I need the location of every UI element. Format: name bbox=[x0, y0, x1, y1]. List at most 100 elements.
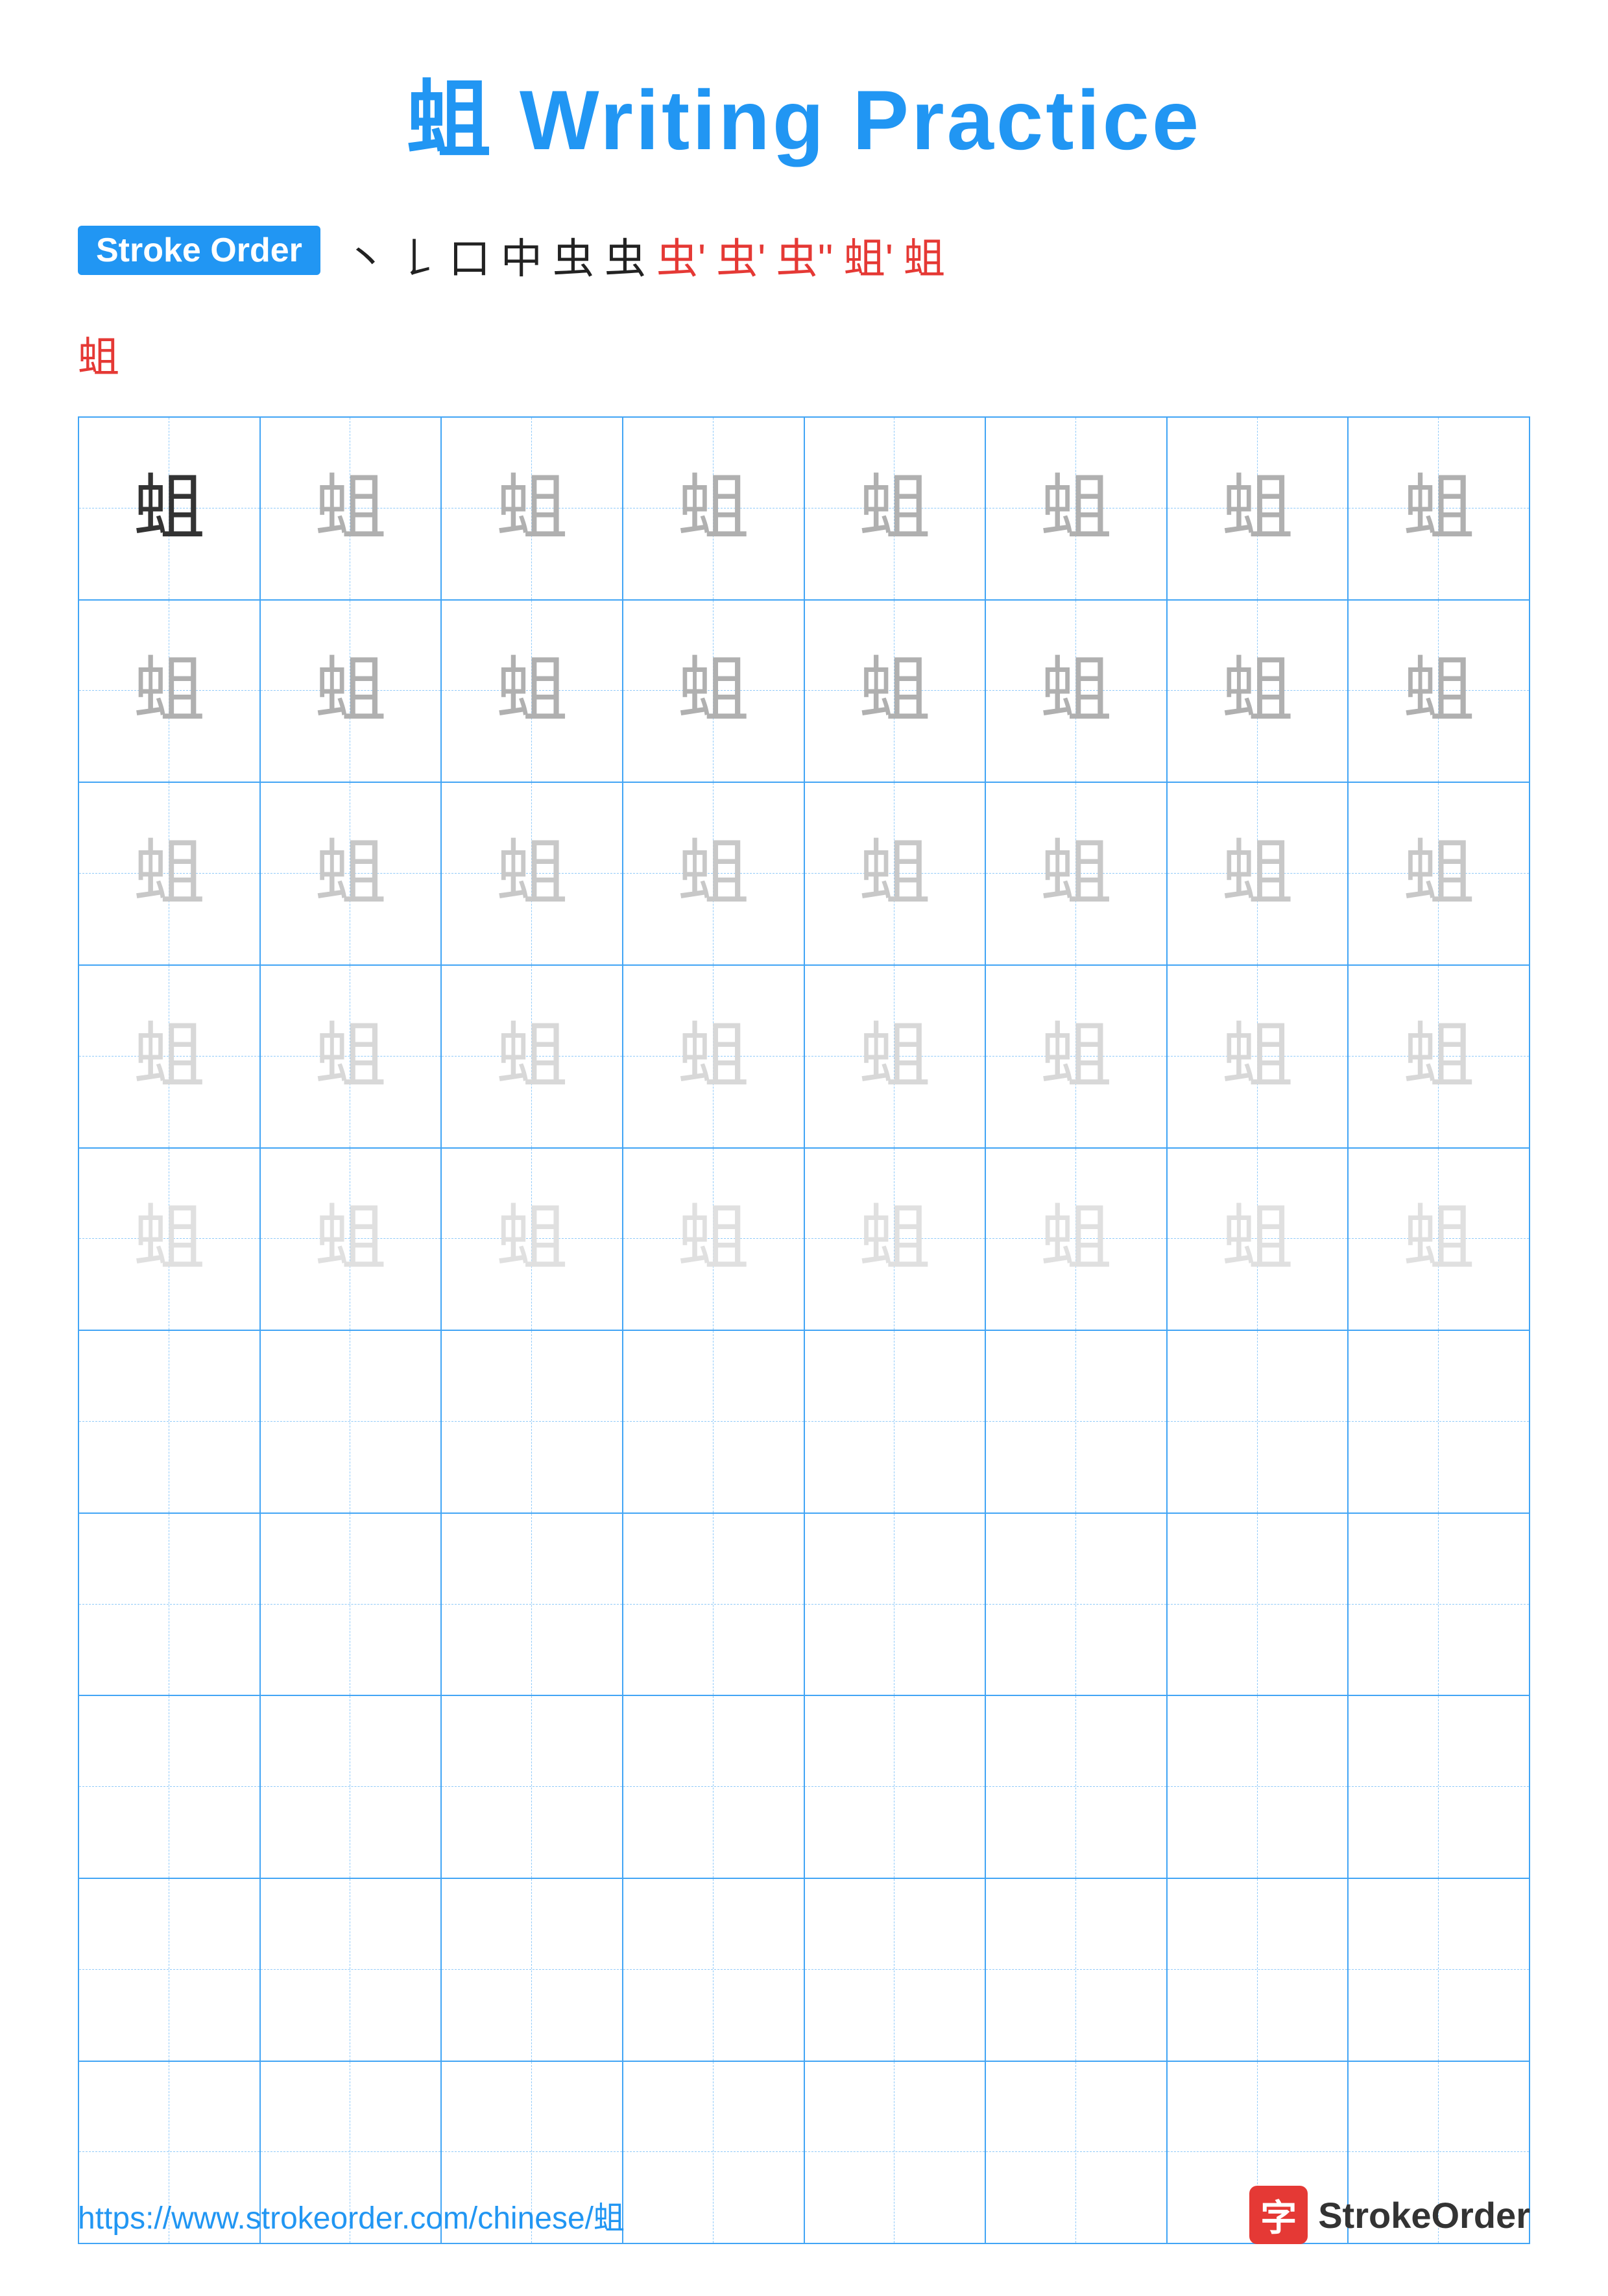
grid-cell-4-6[interactable]: 蛆 bbox=[986, 966, 1168, 1147]
grid-cell-5-6[interactable]: 蛆 bbox=[986, 1149, 1168, 1330]
grid-cell-6-7[interactable] bbox=[1168, 1331, 1349, 1513]
grid-cell-9-5[interactable] bbox=[805, 1879, 987, 2061]
footer-logo: 字 StrokeOrder bbox=[1249, 2186, 1530, 2244]
grid-cell-7-2[interactable] bbox=[261, 1514, 442, 1695]
grid-cell-7-6[interactable] bbox=[986, 1514, 1168, 1695]
grid-cell-1-2[interactable]: 蛆 bbox=[261, 418, 442, 599]
grid-cell-2-7[interactable]: 蛆 bbox=[1168, 601, 1349, 782]
grid-cell-6-2[interactable] bbox=[261, 1331, 442, 1513]
grid-cell-7-1[interactable] bbox=[79, 1514, 261, 1695]
grid-cell-2-1[interactable]: 蛆 bbox=[79, 601, 261, 782]
grid-cell-8-3[interactable] bbox=[442, 1696, 623, 1878]
grid-cell-9-6[interactable] bbox=[986, 1879, 1168, 2061]
grid-cell-3-7[interactable]: 蛆 bbox=[1168, 783, 1349, 964]
stroke-extra-char: 蛆 bbox=[78, 334, 119, 381]
grid-cell-4-1[interactable]: 蛆 bbox=[79, 966, 261, 1147]
grid-cell-7-3[interactable] bbox=[442, 1514, 623, 1695]
grid-cell-2-3[interactable]: 蛆 bbox=[442, 601, 623, 782]
grid-cell-4-7[interactable]: 蛆 bbox=[1168, 966, 1349, 1147]
practice-char: 蛆 bbox=[315, 838, 386, 909]
practice-char: 蛆 bbox=[134, 1021, 205, 1092]
grid-cell-3-8[interactable]: 蛆 bbox=[1349, 783, 1529, 964]
grid-cell-3-5[interactable]: 蛆 bbox=[805, 783, 987, 964]
grid-cell-4-2[interactable]: 蛆 bbox=[261, 966, 442, 1147]
grid-cell-8-8[interactable] bbox=[1349, 1696, 1529, 1878]
grid-cell-3-3[interactable]: 蛆 bbox=[442, 783, 623, 964]
grid-cell-6-8[interactable] bbox=[1349, 1331, 1529, 1513]
grid-cell-5-4[interactable]: 蛆 bbox=[623, 1149, 805, 1330]
practice-char: 蛆 bbox=[1403, 655, 1474, 726]
grid-cell-5-3[interactable]: 蛆 bbox=[442, 1149, 623, 1330]
grid-wrapper: 蛆 蛆 蛆 蛆 蛆 蛆 蛆 bbox=[78, 416, 1530, 2244]
grid-cell-8-2[interactable] bbox=[261, 1696, 442, 1878]
grid-cell-7-7[interactable] bbox=[1168, 1514, 1349, 1695]
grid-cell-1-6[interactable]: 蛆 bbox=[986, 418, 1168, 599]
grid-cell-9-2[interactable] bbox=[261, 1879, 442, 2061]
grid-cell-7-5[interactable] bbox=[805, 1514, 987, 1695]
footer-url[interactable]: https://www.strokeorder.com/chinese/蛆 bbox=[78, 2192, 625, 2238]
logo-text: StrokeOrder bbox=[1318, 2194, 1530, 2236]
grid-cell-2-2[interactable]: 蛆 bbox=[261, 601, 442, 782]
stroke-extra: 蛆 bbox=[78, 324, 1530, 384]
grid-cell-5-8[interactable]: 蛆 bbox=[1349, 1149, 1529, 1330]
grid-cell-6-4[interactable] bbox=[623, 1331, 805, 1513]
grid-cell-3-6[interactable]: 蛆 bbox=[986, 783, 1168, 964]
grid-cell-6-5[interactable] bbox=[805, 1331, 987, 1513]
grid-cell-1-3[interactable]: 蛆 bbox=[442, 418, 623, 599]
practice-grid: 蛆 蛆 蛆 蛆 蛆 蛆 蛆 bbox=[78, 416, 1530, 2244]
grid-cell-9-4[interactable] bbox=[623, 1879, 805, 2061]
grid-cell-3-1[interactable]: 蛆 bbox=[79, 783, 261, 964]
grid-cell-8-4[interactable] bbox=[623, 1696, 805, 1878]
grid-cell-6-6[interactable] bbox=[986, 1331, 1168, 1513]
grid-cell-4-3[interactable]: 蛆 bbox=[442, 966, 623, 1147]
grid-cell-4-8[interactable]: 蛆 bbox=[1349, 966, 1529, 1147]
grid-cell-8-1[interactable] bbox=[79, 1696, 261, 1878]
grid-cell-1-4[interactable]: 蛆 bbox=[623, 418, 805, 599]
grid-cell-7-4[interactable] bbox=[623, 1514, 805, 1695]
practice-char: 蛆 bbox=[134, 1203, 205, 1274]
grid-cell-8-5[interactable] bbox=[805, 1696, 987, 1878]
grid-cell-5-2[interactable]: 蛆 bbox=[261, 1149, 442, 1330]
grid-row-7 bbox=[79, 1514, 1529, 1697]
practice-char: 蛆 bbox=[1403, 1021, 1474, 1092]
practice-char: 蛆 bbox=[1222, 1021, 1293, 1092]
title-char: 蛆 bbox=[407, 73, 494, 167]
grid-cell-9-3[interactable] bbox=[442, 1879, 623, 2061]
grid-cell-1-1[interactable]: 蛆 bbox=[79, 418, 261, 599]
grid-cell-7-8[interactable] bbox=[1349, 1514, 1529, 1695]
practice-char: 蛆 bbox=[315, 1021, 386, 1092]
stroke-10: 蛆' bbox=[844, 226, 893, 285]
grid-cell-1-7[interactable]: 蛆 bbox=[1168, 418, 1349, 599]
stroke-4: 中 bbox=[501, 226, 542, 285]
grid-cell-8-6[interactable] bbox=[986, 1696, 1168, 1878]
practice-char: 蛆 bbox=[496, 1203, 568, 1274]
grid-cell-2-8[interactable]: 蛆 bbox=[1349, 601, 1529, 782]
grid-cell-2-6[interactable]: 蛆 bbox=[986, 601, 1168, 782]
grid-cell-1-5[interactable]: 蛆 bbox=[805, 418, 987, 599]
grid-cell-5-5[interactable]: 蛆 bbox=[805, 1149, 987, 1330]
stroke-11: 蛆 bbox=[904, 226, 945, 285]
grid-cell-9-1[interactable] bbox=[79, 1879, 261, 2061]
grid-cell-3-2[interactable]: 蛆 bbox=[261, 783, 442, 964]
grid-cell-6-3[interactable] bbox=[442, 1331, 623, 1513]
practice-char: 蛆 bbox=[315, 473, 386, 544]
practice-char: 蛆 bbox=[1403, 1203, 1474, 1274]
practice-char: 蛆 bbox=[1040, 473, 1112, 544]
grid-cell-5-1[interactable]: 蛆 bbox=[79, 1149, 261, 1330]
grid-cell-2-5[interactable]: 蛆 bbox=[805, 601, 987, 782]
grid-cell-1-8[interactable]: 蛆 bbox=[1349, 418, 1529, 599]
grid-cell-6-1[interactable] bbox=[79, 1331, 261, 1513]
grid-cell-8-7[interactable] bbox=[1168, 1696, 1349, 1878]
grid-cell-3-4[interactable]: 蛆 bbox=[623, 783, 805, 964]
grid-cell-4-4[interactable]: 蛆 bbox=[623, 966, 805, 1147]
grid-cell-4-5[interactable]: 蛆 bbox=[805, 966, 987, 1147]
grid-cell-9-7[interactable] bbox=[1168, 1879, 1349, 2061]
grid-cell-9-8[interactable] bbox=[1349, 1879, 1529, 2061]
grid-cell-2-4[interactable]: 蛆 bbox=[623, 601, 805, 782]
practice-char: 蛆 bbox=[859, 473, 930, 544]
grid-cell-5-7[interactable]: 蛆 bbox=[1168, 1149, 1349, 1330]
grid-row-6 bbox=[79, 1331, 1529, 1514]
grid-row-5: 蛆 蛆 蛆 蛆 蛆 蛆 蛆 bbox=[79, 1149, 1529, 1332]
stroke-3: 口 bbox=[449, 226, 490, 285]
practice-char: 蛆 bbox=[496, 655, 568, 726]
